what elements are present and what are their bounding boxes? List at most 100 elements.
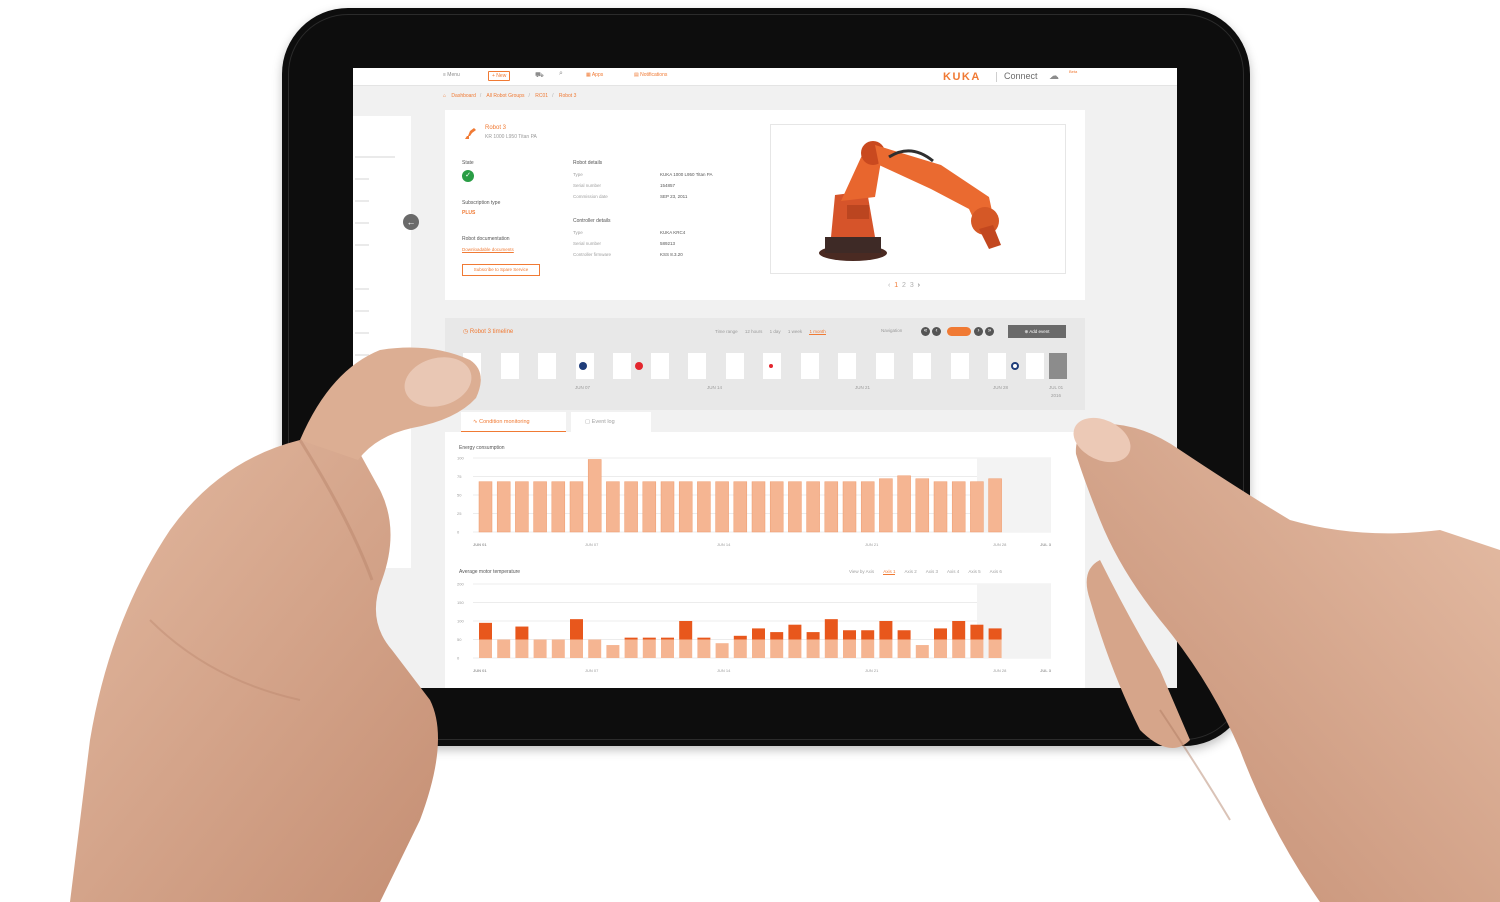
- axis-option[interactable]: Axis 5: [968, 569, 980, 574]
- bar-lower[interactable]: [624, 639, 638, 659]
- bar-lower[interactable]: [770, 639, 784, 659]
- bar-upper[interactable]: [934, 628, 947, 640]
- timeline-track[interactable]: [463, 353, 1067, 379]
- bar[interactable]: [842, 481, 857, 533]
- bar-upper[interactable]: [952, 621, 966, 640]
- bar-lower[interactable]: [879, 639, 893, 659]
- bar[interactable]: [697, 481, 711, 533]
- bar[interactable]: [897, 475, 911, 533]
- subscribe-button[interactable]: Subscribe to Spare Service: [462, 264, 540, 276]
- bar-upper[interactable]: [642, 637, 656, 640]
- side-panel-row[interactable]: [355, 222, 369, 224]
- kuka-logo[interactable]: KUKA: [943, 71, 981, 83]
- bar-lower[interactable]: [897, 639, 911, 659]
- timeline-day-tile[interactable]: [650, 353, 669, 379]
- bar[interactable]: [660, 481, 675, 533]
- temperature-chart[interactable]: 050100150200JUN 01 JUN 07 JUN 14 JUN 21 JUN …: [455, 580, 1069, 680]
- side-panel-row[interactable]: [355, 156, 395, 158]
- axis-option[interactable]: Axis 6: [990, 569, 1002, 574]
- notifications-link[interactable]: ▤ Notifications: [634, 72, 667, 78]
- bar-lower[interactable]: [679, 639, 693, 659]
- bar[interactable]: [806, 481, 820, 533]
- timeline-day-tile[interactable]: [913, 353, 931, 379]
- range-option-selected[interactable]: 1 month: [809, 329, 826, 335]
- range-option[interactable]: 12 hours: [745, 329, 763, 334]
- range-option[interactable]: 1 day: [770, 329, 781, 334]
- timeline-event-red[interactable]: [767, 362, 775, 370]
- nav-today-button[interactable]: [947, 327, 971, 336]
- side-panel-row[interactable]: [355, 244, 369, 246]
- bar[interactable]: [970, 481, 984, 533]
- side-panel-row[interactable]: [355, 200, 369, 202]
- bar-lower[interactable]: [715, 643, 729, 658]
- bar-upper[interactable]: [770, 632, 784, 640]
- bar[interactable]: [551, 481, 566, 533]
- bar-upper[interactable]: [897, 630, 911, 640]
- axis-option-selected[interactable]: Axis 1: [883, 569, 896, 575]
- bar[interactable]: [715, 481, 729, 533]
- bar[interactable]: [824, 481, 839, 533]
- bar-lower[interactable]: [788, 639, 802, 659]
- bar-upper[interactable]: [570, 619, 583, 640]
- breadcrumb-item-groups[interactable]: All Robot Groups: [486, 93, 524, 99]
- bar-lower[interactable]: [843, 639, 856, 659]
- axis-option[interactable]: Axis 2: [904, 569, 916, 574]
- bar[interactable]: [915, 478, 930, 533]
- timeline-day-tile[interactable]: [1025, 353, 1044, 379]
- search-icon[interactable]: ⌕: [559, 70, 563, 78]
- bar[interactable]: [678, 481, 693, 533]
- bar[interactable]: [951, 481, 966, 533]
- pager-next[interactable]: ›: [918, 282, 920, 289]
- breadcrumb-item-rc[interactable]: RC01: [535, 93, 548, 99]
- bar[interactable]: [933, 481, 948, 533]
- bar-lower[interactable]: [934, 639, 947, 659]
- side-panel-row[interactable]: [355, 288, 369, 290]
- timeline-day-tile[interactable]: [613, 353, 631, 379]
- nav-prev-icon[interactable]: ‹: [932, 327, 941, 336]
- timeline-day-tile[interactable]: [988, 353, 1006, 379]
- bar[interactable]: [879, 478, 893, 533]
- bar-upper[interactable]: [861, 630, 875, 640]
- timeline-day-tile[interactable]: [875, 353, 894, 379]
- axis-option[interactable]: Axis 4: [947, 569, 959, 574]
- bar-upper[interactable]: [988, 628, 1002, 640]
- bar-lower[interactable]: [952, 639, 966, 659]
- pager-page-3[interactable]: 3: [910, 282, 914, 289]
- timeline-day-tile[interactable]: [950, 353, 969, 379]
- bar[interactable]: [769, 481, 784, 533]
- bar[interactable]: [642, 481, 657, 533]
- side-panel-row[interactable]: [355, 310, 369, 312]
- bar[interactable]: [788, 481, 802, 533]
- add-event-button[interactable]: ⊕ Add event: [1008, 325, 1066, 338]
- bar-upper[interactable]: [733, 635, 747, 640]
- bar[interactable]: [733, 481, 748, 533]
- nav-next-icon[interactable]: ›: [974, 327, 983, 336]
- timeline-event-blue[interactable]: [579, 362, 587, 370]
- new-button[interactable]: + New: [488, 71, 511, 81]
- bar-lower[interactable]: [533, 639, 547, 659]
- bar-lower[interactable]: [551, 639, 565, 659]
- bar-lower[interactable]: [697, 639, 711, 659]
- bar-upper[interactable]: [661, 637, 674, 640]
- bar-upper[interactable]: [806, 632, 820, 640]
- home-icon[interactable]: ⌂: [443, 93, 446, 99]
- side-panel-row[interactable]: [355, 178, 369, 180]
- collapse-panel-button[interactable]: ←: [403, 214, 419, 230]
- nav-last-icon[interactable]: »: [985, 327, 994, 336]
- energy-chart[interactable]: 0255075100JUN 01 JUN 07 JUN 14 JUN 21 JUN 28…: [455, 454, 1069, 554]
- bar-upper[interactable]: [843, 630, 856, 640]
- pager-prev[interactable]: ‹: [888, 282, 890, 289]
- bar-lower[interactable]: [588, 639, 602, 659]
- bar-upper[interactable]: [679, 621, 693, 640]
- timeline-day-tile[interactable]: [725, 353, 744, 379]
- bar-lower[interactable]: [661, 639, 674, 659]
- bar-lower[interactable]: [606, 645, 620, 658]
- bar-lower[interactable]: [824, 639, 838, 659]
- bar-upper[interactable]: [697, 637, 711, 640]
- timeline-event-red[interactable]: [635, 362, 643, 370]
- bar-lower[interactable]: [806, 639, 820, 659]
- timeline-day-tile[interactable]: [800, 353, 819, 379]
- bar-lower[interactable]: [570, 639, 583, 659]
- bar-lower[interactable]: [988, 639, 1002, 659]
- cart-icon[interactable]: ⛟: [535, 71, 544, 80]
